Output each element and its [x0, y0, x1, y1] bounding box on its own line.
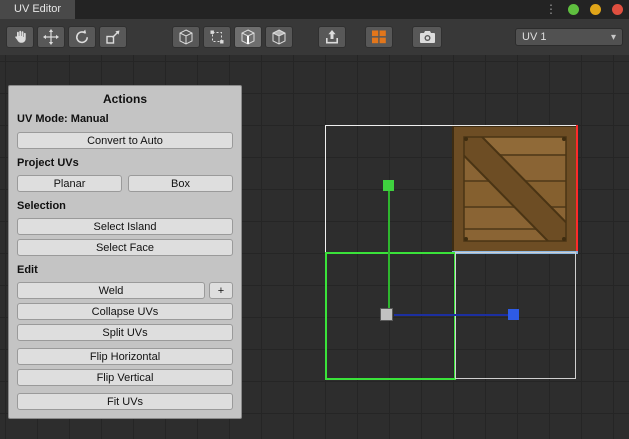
crate-texture [452, 125, 578, 253]
gizmo-handle-blue[interactable] [508, 309, 519, 320]
selection-label: Selection [17, 200, 233, 212]
uv-channel-dropdown[interactable]: UV 1 ▾ [515, 28, 623, 46]
window-control-yellow[interactable] [590, 4, 601, 15]
weld-settings-button[interactable]: + [209, 282, 233, 299]
kebab-menu-icon[interactable]: ⋮ [545, 0, 557, 19]
select-face-button[interactable]: Select Face [17, 239, 233, 256]
rotate-tool-button[interactable] [68, 26, 96, 48]
edge-mode-button[interactable] [234, 26, 262, 48]
actions-panel-title: Actions [17, 92, 233, 106]
vertex-select-icon [209, 29, 225, 45]
chevron-down-icon: ▾ [611, 32, 616, 43]
bricks-icon [371, 29, 387, 45]
select-island-button[interactable]: Select Island [17, 218, 233, 235]
convert-to-auto-button[interactable]: Convert to Auto [17, 132, 233, 149]
cube-icon [178, 29, 194, 45]
uv-editor-window: UV Editor ⋮ [0, 0, 629, 439]
weld-button[interactable]: Weld [17, 282, 205, 299]
uv-edge-right-red[interactable] [576, 125, 578, 253]
move-tool-button[interactable] [37, 26, 65, 48]
scale-icon [105, 29, 121, 45]
project-uvs-row: Planar Box [17, 175, 233, 192]
uv-island-textured-crate[interactable] [452, 125, 578, 253]
export-uv-button[interactable] [318, 26, 346, 48]
window-control-green[interactable] [568, 4, 579, 15]
flip-horizontal-button[interactable]: Flip Horizontal [17, 348, 233, 365]
actions-panel: Actions UV Mode: Manual Convert to Auto … [8, 85, 242, 419]
vertex-mode-button[interactable] [203, 26, 231, 48]
texture-preview-button[interactable] [365, 26, 393, 48]
project-uvs-label: Project UVs [17, 157, 233, 169]
box-button[interactable]: Box [128, 175, 233, 192]
flip-vertical-button[interactable]: Flip Vertical [17, 369, 233, 386]
fit-uvs-button[interactable]: Fit UVs [17, 393, 233, 410]
camera-icon [419, 29, 436, 45]
gizmo-handle-pivot[interactable] [380, 308, 393, 321]
uv-canvas[interactable]: Actions UV Mode: Manual Convert to Auto … [0, 55, 629, 439]
uv-channel-value: UV 1 [522, 31, 611, 43]
gizmo-axis-x-blue[interactable] [394, 314, 509, 316]
face-select-icon [271, 29, 287, 45]
split-uvs-button[interactable]: Split UVs [17, 324, 233, 341]
window-control-red[interactable] [612, 4, 623, 15]
window-title: UV Editor [14, 3, 61, 15]
uv-edge-top-white [452, 125, 578, 126]
window-tab[interactable]: UV Editor [0, 0, 75, 19]
collapse-uvs-button[interactable]: Collapse UVs [17, 303, 233, 320]
uv-mode-label: UV Mode: Manual [17, 113, 233, 125]
pan-tool-button[interactable] [6, 26, 34, 48]
gizmo-handle-green[interactable] [383, 180, 394, 191]
export-arrow-icon [324, 29, 340, 45]
hand-icon [12, 29, 28, 45]
rotate-icon [74, 29, 90, 45]
titlebar: UV Editor ⋮ [0, 0, 629, 19]
object-mode-button[interactable] [172, 26, 200, 48]
weld-row: Weld + [17, 282, 233, 299]
move-arrows-icon [43, 29, 59, 45]
toolbar: UV 1 ▾ [0, 19, 629, 55]
edge-select-icon [240, 29, 256, 45]
edit-label: Edit [17, 264, 233, 276]
scale-tool-button[interactable] [99, 26, 127, 48]
save-uv-image-button[interactable] [412, 26, 442, 48]
gizmo-axis-y-green[interactable] [388, 191, 390, 309]
face-mode-button[interactable] [265, 26, 293, 48]
titlebar-controls: ⋮ [545, 0, 623, 19]
planar-button[interactable]: Planar [17, 175, 122, 192]
